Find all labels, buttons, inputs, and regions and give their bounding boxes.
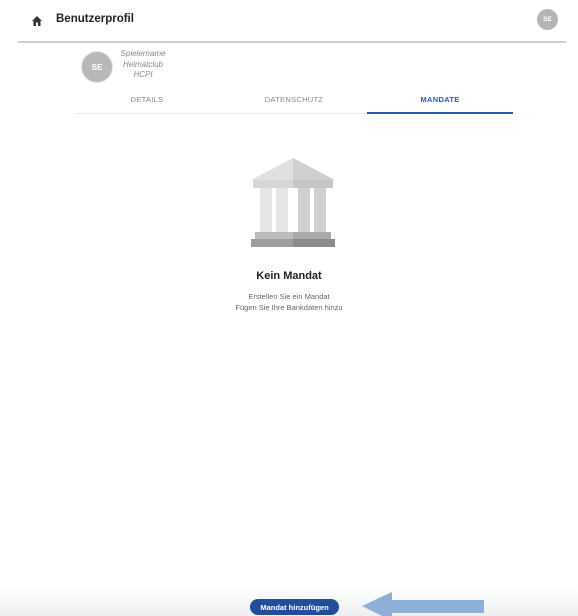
profile-tabs: DETAILS DATENSCHUTZ MANDATE xyxy=(74,89,514,114)
top-bar: Benutzerprofil SE xyxy=(18,0,566,43)
club-code: HCPI xyxy=(133,70,153,79)
empty-state-text-1: Erstellen Sie ein Mandat xyxy=(248,292,330,301)
page-title: Benutzerprofil xyxy=(56,13,134,25)
club-name: Heimatclub xyxy=(122,59,163,69)
tab-mandate[interactable]: MANDATE xyxy=(367,89,513,114)
empty-state-text-2: Fügen Sie Ihre Bankdaten hinzu xyxy=(235,303,343,312)
bank-icon xyxy=(249,158,337,250)
empty-state-title: Kein Mandat xyxy=(256,270,322,282)
user-avatar[interactable]: SE xyxy=(537,9,558,30)
pointer-arrow-icon xyxy=(362,591,484,616)
profile-info: Spielername Heimatclub HCPI xyxy=(112,49,174,81)
tab-datenschutz[interactable]: DATENSCHUTZ xyxy=(221,89,367,114)
home-icon[interactable] xyxy=(31,14,43,26)
add-mandate-button[interactable]: Mandat hinzufügen xyxy=(250,599,339,615)
player-name: Spielername xyxy=(120,49,166,58)
tab-details[interactable]: DETAILS xyxy=(74,89,220,114)
profile-avatar: SE xyxy=(82,52,112,82)
